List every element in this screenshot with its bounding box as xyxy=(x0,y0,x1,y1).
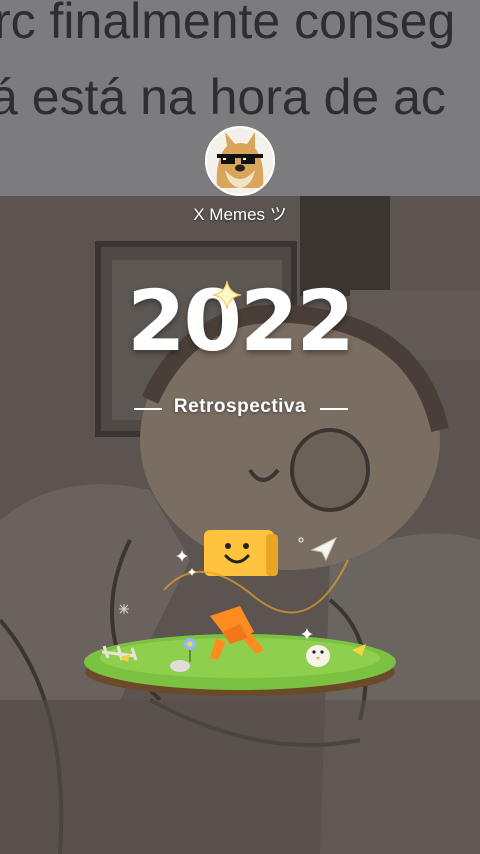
profile-username[interactable]: X Memes ツ xyxy=(0,200,480,225)
bubble-icon xyxy=(298,537,304,543)
paper-plane-icon xyxy=(310,536,338,562)
dust-burst-icon xyxy=(119,604,129,614)
sparkle-icon-small-1 xyxy=(176,550,188,562)
chick-icon xyxy=(306,645,330,667)
doge-with-sunglasses-icon xyxy=(207,128,273,194)
retrospective-illustration xyxy=(84,530,396,696)
background-caption-line-1: rc finalmente conseg xyxy=(0,0,456,49)
grass-island-icon xyxy=(84,634,396,696)
avatar[interactable] xyxy=(205,126,275,196)
sparkle-icon xyxy=(212,280,242,310)
subtitle-divider-right xyxy=(320,408,348,410)
background-caption-line-2: á está na hora de ac xyxy=(0,69,446,125)
stone-icon xyxy=(170,660,190,672)
sparkle-icon-small-2 xyxy=(188,568,196,576)
subtitle-retrospectiva: Retrospectiva xyxy=(173,396,307,417)
